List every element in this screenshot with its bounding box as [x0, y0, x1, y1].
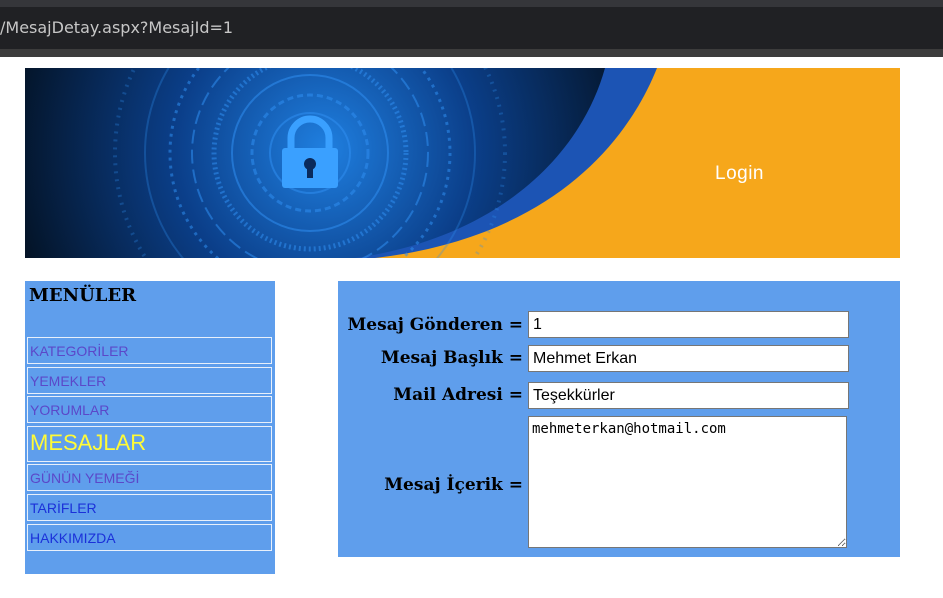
- menu-item-gunun-yemegi[interactable]: GÜNÜN YEMEĞİ: [27, 464, 272, 492]
- menu-item-label[interactable]: MESAJLAR: [30, 430, 146, 456]
- mail-label: Mail Adresi =: [393, 385, 523, 405]
- content-textarea[interactable]: mehmeterkan@hotmail.com: [528, 416, 847, 548]
- menu-item-kategoriler[interactable]: KATEGORİLER: [27, 337, 272, 364]
- browser-tabstrip: [0, 0, 943, 7]
- sender-label: Mesaj Gönderen =: [347, 315, 523, 335]
- menu-item-label[interactable]: KATEGORİLER: [30, 343, 129, 359]
- menu-item-label[interactable]: HAKKIMIZDA: [30, 530, 116, 546]
- sidebar-title: MENÜLER: [29, 285, 137, 306]
- login-link[interactable]: Login: [715, 163, 764, 185]
- banner-graphic: [25, 68, 657, 258]
- menu-item-hakkimizda[interactable]: HAKKIMIZDA: [27, 523, 272, 551]
- subject-label: Mesaj Başlık =: [380, 348, 523, 368]
- menu-item-label[interactable]: GÜNÜN YEMEĞİ: [30, 470, 139, 486]
- menu-item-label[interactable]: YORUMLAR: [30, 402, 109, 418]
- message-detail-form: Mesaj Gönderen = Mesaj Başlık = Mail Adr…: [338, 281, 900, 557]
- mail-input[interactable]: [528, 382, 849, 409]
- menu-item-yorumlar[interactable]: YORUMLAR: [27, 396, 272, 424]
- sidebar-menu: MENÜLER KATEGORİLER YEMEKLER YORUMLAR ME…: [25, 281, 275, 574]
- header-banner: Login: [25, 68, 900, 258]
- browser-toolbar-divider: [0, 49, 943, 57]
- menu-item-mesajlar[interactable]: MESAJLAR: [27, 425, 272, 462]
- menu-item-yemekler[interactable]: YEMEKLER: [27, 366, 272, 394]
- menu-list: KATEGORİLER YEMEKLER YORUMLAR MESAJLAR G…: [27, 337, 272, 553]
- browser-address-bar[interactable]: /MesajDetay.aspx?MesajId=1: [0, 7, 943, 49]
- content-label: Mesaj İçerik =: [384, 475, 523, 495]
- url-text[interactable]: /MesajDetay.aspx?MesajId=1: [0, 18, 233, 37]
- subject-input[interactable]: [528, 345, 849, 372]
- menu-item-tarifler[interactable]: TARİFLER: [27, 493, 272, 521]
- sender-input[interactable]: [528, 311, 849, 338]
- menu-item-label[interactable]: YEMEKLER: [30, 373, 106, 389]
- menu-item-label[interactable]: TARİFLER: [30, 500, 97, 516]
